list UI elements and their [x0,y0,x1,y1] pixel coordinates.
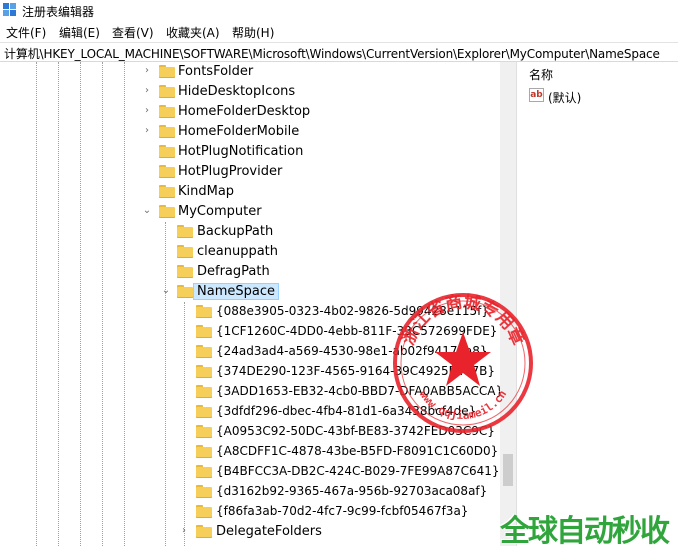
scrollbar-thumb[interactable] [503,454,513,486]
tree-node-label[interactable]: HomeFolderMobile [178,124,299,139]
menu-edit[interactable]: 编辑(E) [59,24,100,41]
folder-icon [159,205,175,218]
address-path[interactable]: 计算机\HKEY_LOCAL_MACHINE\SOFTWARE\Microsof… [4,45,660,62]
tree-node-label[interactable]: {d3162b92-9365-467a-956b-92703aca08af} [216,484,487,498]
folder-icon [196,425,212,438]
tree-node[interactable]: › HomeFolderMobile [0,122,500,142]
tree-node-label[interactable]: cleanuppath [197,244,278,259]
folder-icon [196,305,212,318]
tree-node-label[interactable]: KindMap [178,184,234,199]
tree-node[interactable]: DefragPath [0,262,500,282]
folder-icon [159,105,175,118]
tree-node-label[interactable]: NameSpace [193,283,279,300]
folder-icon [177,285,193,298]
tree-node-label[interactable]: MyComputer [178,204,262,219]
folder-icon [196,365,212,378]
tree-node-label[interactable]: HideDesktopIcons [178,84,295,99]
chevron-down-icon[interactable]: ⌄ [160,285,172,297]
folder-icon [196,325,212,338]
tree-node[interactable]: ⌄ MyComputer [0,202,500,222]
stamp-url: www.qqjiameil.cn [417,388,510,422]
default-value-name[interactable]: (默认) [548,89,581,106]
chevron-down-icon[interactable]: ⌄ [141,205,153,217]
folder-icon [196,525,212,538]
tree-node[interactable]: cleanuppath [0,242,500,262]
tree-node[interactable]: {f86fa3ab-70d2-4fc7-9c99-fcbf05467f3a} [0,502,500,522]
values-pane[interactable]: 名称 ab (默认) [522,62,678,546]
chevron-right-icon[interactable]: › [141,65,153,77]
folder-icon [196,465,212,478]
tree-node-label[interactable]: HotPlugProvider [178,164,282,179]
folder-icon [196,385,212,398]
tree-node-label[interactable]: HomeFolderDesktop [178,104,310,119]
tree-node-label[interactable]: {A8CDFF1C-4878-43be-B5FD-F8091C1C60D0} [216,444,498,458]
regedit-icon [3,3,16,16]
tree-node[interactable]: HotPlugProvider [0,162,500,182]
window-title: 注册表编辑器 [22,5,95,19]
title-bar: 注册表编辑器 [0,0,678,22]
tree-node-label[interactable]: FontsFolder [178,64,253,79]
tree-node[interactable]: › DelegateFolders [0,522,500,542]
tree-node-label[interactable]: DefragPath [197,264,270,279]
tree-node[interactable]: › HideDesktopIcons [0,82,500,102]
folder-icon [159,125,175,138]
folder-icon [177,225,193,238]
folder-icon [196,485,212,498]
folder-icon [159,185,175,198]
folder-icon [196,405,212,418]
tree-node-label[interactable]: {f86fa3ab-70d2-4fc7-9c99-fcbf05467f3a} [216,504,468,518]
menu-file[interactable]: 文件(F) [6,24,46,41]
chevron-right-icon[interactable]: › [141,105,153,117]
folder-icon [159,65,175,78]
folder-icon [196,345,212,358]
menu-help[interactable]: 帮助(H) [232,24,274,41]
tree-node[interactable]: › HomeFolderDesktop [0,102,500,122]
chevron-right-icon[interactable]: › [141,125,153,137]
folder-icon [159,85,175,98]
menu-favorites[interactable]: 收藏夹(A) [166,24,220,41]
tree-node-label[interactable]: {B4BFCC3A-DB2C-424C-B029-7FE99A87C641} [216,464,500,478]
star-icon [435,332,491,386]
tree-node-label[interactable]: DelegateFolders [216,524,322,539]
string-value-icon: ab [529,88,544,102]
red-seal-stamp: 浙江省商城专用章 www.qqjiameil.cn [393,291,533,433]
tree-node[interactable]: BackupPath [0,222,500,242]
menu-bar: 文件(F) 编辑(E) 查看(V) 收藏夹(A) 帮助(H) [0,22,678,42]
svg-text:www.qqjiameil.cn: www.qqjiameil.cn [417,388,510,422]
watermark-text: 全球自动秒收 [500,514,670,549]
folder-icon [177,265,193,278]
tree-node[interactable]: {A8CDFF1C-4878-43be-B5FD-F8091C1C60D0} [0,442,500,462]
tree-node-label[interactable]: BackupPath [197,224,273,239]
column-header-name[interactable]: 名称 [529,66,553,83]
tree-node-label[interactable]: HotPlugNotification [178,144,303,159]
tree-node[interactable]: {d3162b92-9365-467a-956b-92703aca08af} [0,482,500,502]
chevron-right-icon[interactable]: › [141,85,153,97]
folder-icon [196,445,212,458]
tree-node[interactable]: HotPlugNotification [0,142,500,162]
chevron-right-icon[interactable]: › [178,525,190,537]
folder-icon [196,505,212,518]
tree-node[interactable]: › FontsFolder [0,62,500,82]
tree-node[interactable]: KindMap [0,182,500,202]
folder-icon [159,145,175,158]
menu-view[interactable]: 查看(V) [112,24,154,41]
tree-node[interactable]: {B4BFCC3A-DB2C-424C-B029-7FE99A87C641} [0,462,500,482]
address-bar[interactable]: 计算机\HKEY_LOCAL_MACHINE\SOFTWARE\Microsof… [0,42,678,62]
folder-icon [177,245,193,258]
folder-icon [159,165,175,178]
